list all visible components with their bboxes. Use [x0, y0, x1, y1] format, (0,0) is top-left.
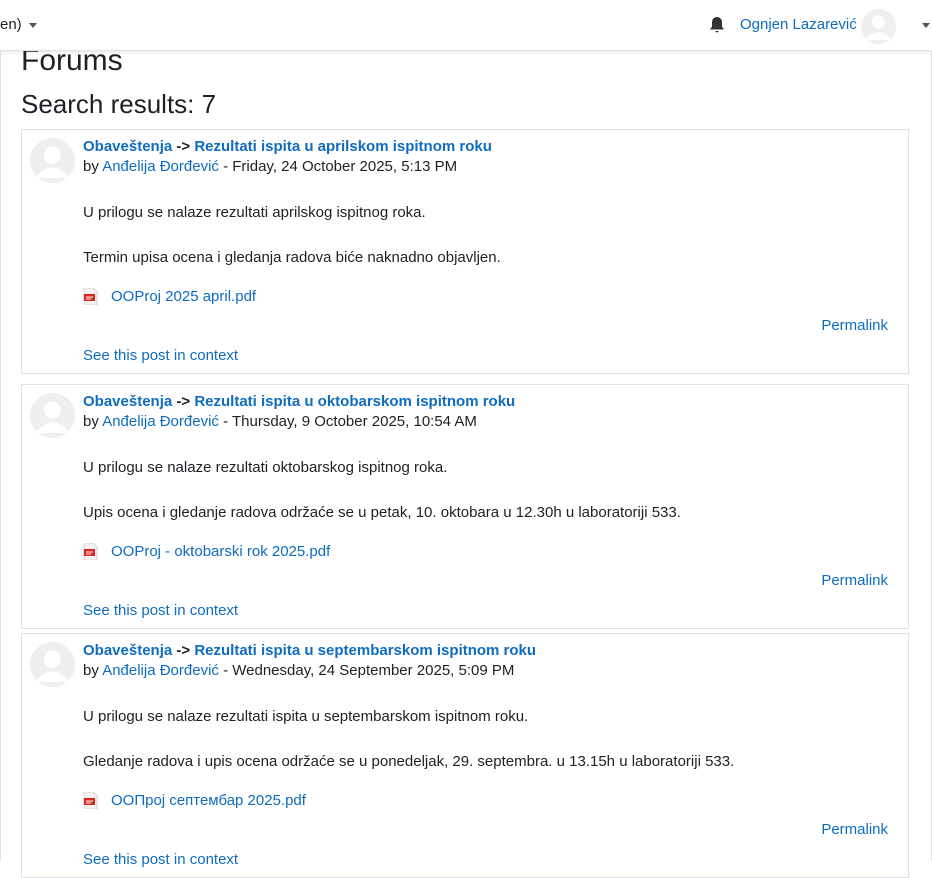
- language-caret-down-icon: [28, 22, 37, 28]
- top-navbar: en) Ognjen Lazarević: [0, 0, 932, 51]
- bell-icon[interactable]: [707, 15, 727, 35]
- attachment: OOПрој септембар 2025.pdf: [83, 791, 306, 810]
- post-date: - Friday, 24 October 2025, 5:13 PM: [223, 158, 458, 175]
- pdf-file-icon: [83, 287, 98, 306]
- language-menu[interactable]: en): [0, 16, 37, 33]
- see-in-context-link[interactable]: See this post in context: [83, 347, 238, 364]
- attachment-link[interactable]: OOProj - oktobarski rok 2025.pdf: [111, 543, 330, 560]
- user-avatar-icon[interactable]: [861, 9, 896, 44]
- post-byline: by Anđelija Đorđević - Friday, 24 Octobe…: [83, 158, 457, 175]
- author-avatar-icon[interactable]: [30, 642, 75, 687]
- post-paragraph: U prilogu se nalaze rezultati oktobarsko…: [83, 459, 448, 476]
- author-link[interactable]: Anđelija Đorđević: [102, 158, 219, 175]
- post-date: - Thursday, 9 October 2025, 10:54 AM: [223, 413, 477, 430]
- post-byline: by Anđelija Đorđević - Wednesday, 24 Sep…: [83, 662, 514, 679]
- discussion-link[interactable]: Rezultati ispita u septembarskom ispitno…: [194, 642, 536, 659]
- attachment: OOProj 2025 april.pdf: [83, 287, 256, 306]
- forum-post: Obaveštenja -> Rezultati ispita u oktoba…: [21, 384, 909, 629]
- by-label: by: [83, 413, 99, 430]
- subject-separator: ->: [176, 393, 191, 410]
- post-subject-line: Obaveštenja -> Rezultati ispita u aprils…: [83, 138, 492, 155]
- permalink-link[interactable]: Permalink: [821, 572, 888, 589]
- language-label: en): [0, 16, 22, 33]
- post-paragraph: Gledanje radova i upis ocena održaće se …: [83, 753, 735, 770]
- author-avatar-icon[interactable]: [30, 138, 75, 183]
- post-paragraph: U prilogu se nalaze rezultati aprilskog …: [83, 204, 426, 221]
- forum-link[interactable]: Obaveštenja: [83, 642, 172, 659]
- forum-post: Obaveštenja -> Rezultati ispita u septem…: [21, 633, 909, 878]
- pdf-file-icon: [83, 542, 98, 561]
- see-in-context-link[interactable]: See this post in context: [83, 851, 238, 868]
- attachment-link[interactable]: OOProj 2025 april.pdf: [111, 288, 256, 305]
- author-avatar-icon[interactable]: [30, 393, 75, 438]
- post-paragraph: Termin upisa ocena i gledanja radova bić…: [83, 249, 501, 266]
- user-menu-caret-down-icon[interactable]: [922, 23, 930, 28]
- post-subject-line: Obaveštenja -> Rezultati ispita u oktoba…: [83, 393, 515, 410]
- by-label: by: [83, 662, 99, 679]
- forum-link[interactable]: Obaveštenja: [83, 138, 172, 155]
- pdf-file-icon: [83, 791, 98, 810]
- discussion-link[interactable]: Rezultati ispita u oktobarskom ispitnom …: [194, 393, 515, 410]
- author-link[interactable]: Anđelija Đorđević: [102, 662, 219, 679]
- permalink-link[interactable]: Permalink: [821, 821, 888, 838]
- forum-link[interactable]: Obaveštenja: [83, 393, 172, 410]
- user-menu-name[interactable]: Ognjen Lazarević: [740, 16, 857, 33]
- search-results-heading: Search results: 7: [21, 89, 217, 119]
- post-byline: by Anđelija Đorđević - Thursday, 9 Octob…: [83, 413, 477, 430]
- subject-separator: ->: [176, 138, 191, 155]
- by-label: by: [83, 158, 99, 175]
- see-in-context-link[interactable]: See this post in context: [83, 602, 238, 619]
- attachment: OOProj - oktobarski rok 2025.pdf: [83, 542, 330, 561]
- forum-post: Obaveštenja -> Rezultati ispita u aprils…: [21, 129, 909, 374]
- attachment-link[interactable]: OOПрој септембар 2025.pdf: [111, 792, 306, 809]
- post-paragraph: U prilogu se nalaze rezultati ispita u s…: [83, 708, 529, 725]
- discussion-link[interactable]: Rezultati ispita u aprilskom ispitnom ro…: [194, 138, 492, 155]
- post-date: - Wednesday, 24 September 2025, 5:09 PM: [223, 662, 515, 679]
- subject-separator: ->: [176, 642, 191, 659]
- post-subject-line: Obaveštenja -> Rezultati ispita u septem…: [83, 642, 536, 659]
- author-link[interactable]: Anđelija Đorđević: [102, 413, 219, 430]
- permalink-link[interactable]: Permalink: [821, 317, 888, 334]
- post-paragraph: Upis ocena i gledanje radova održaće se …: [83, 504, 681, 521]
